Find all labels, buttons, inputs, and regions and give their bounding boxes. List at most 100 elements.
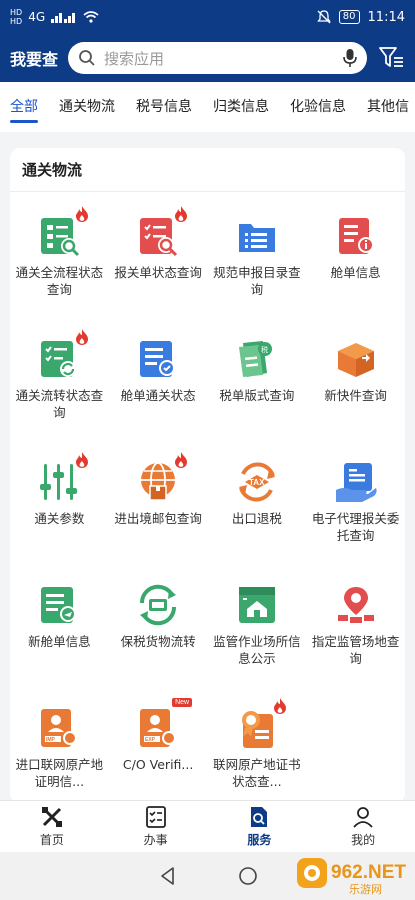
service-icon [251, 807, 268, 827]
category-tabs: 全部 通关物流 税号信息 归类信息 化验信息 其他信 [0, 82, 415, 132]
app-item-label: 监管作业场所信息公示 [213, 634, 301, 666]
search-icon [79, 50, 95, 66]
app-item[interactable]: 指定监管场地查询 [306, 579, 405, 702]
app-item[interactable]: 新快件查询 [306, 333, 405, 456]
app-item-label: 指定监管场地查询 [311, 634, 400, 666]
nav-tasks[interactable]: 办事 [104, 801, 208, 852]
svg-text:IMP: IMP [46, 737, 56, 743]
app-item[interactable]: 舱单通关状态 [109, 333, 208, 456]
app-item-label: 舱单信息 [330, 265, 381, 280]
app-item[interactable]: 进出境邮包查询 [109, 452, 208, 579]
home-circle-icon[interactable] [238, 866, 258, 886]
watermark-brand: 962.NET [331, 862, 406, 883]
app-item[interactable]: 舱单信息 [306, 210, 405, 333]
search-input[interactable]: 搜索应用 [104, 48, 335, 69]
app-item[interactable]: 报关单状态查询 [109, 206, 208, 333]
app-item-label: 新快件查询 [324, 388, 387, 403]
supervision-site-icon [235, 583, 279, 627]
app-item-label: 报关单状态查询 [114, 265, 202, 280]
status-bar: HD HD 4G 80 11:14 [0, 0, 415, 34]
tax-refund-icon: TAX [235, 460, 279, 504]
nav-label: 办事 [143, 833, 168, 847]
back-icon[interactable] [158, 866, 178, 886]
tab-3[interactable]: 归类信息 [213, 82, 269, 132]
app-item-label: 进出境邮包查询 [114, 511, 202, 526]
tab-0[interactable]: 全部 [10, 82, 38, 132]
nav-label: 我的 [351, 833, 376, 847]
app-item-label: 通关流转状态查询 [15, 388, 104, 420]
section-title: 通关物流 [10, 148, 405, 192]
manifest-status-icon [136, 337, 180, 381]
hot-flame-icon [76, 452, 89, 468]
filter-button[interactable] [377, 44, 405, 72]
tab-1[interactable]: 通关物流 [59, 82, 115, 132]
tasks-icon [145, 806, 166, 828]
declaration-search-icon [136, 206, 188, 258]
tax-form-icon: 税 [235, 337, 279, 381]
app-item[interactable]: 通关全流程状态查询 [10, 206, 109, 333]
app-item-label: 联网原产地证书状态查... [213, 757, 301, 789]
app-item[interactable]: IMP 进口联网原产地证明信... [10, 702, 109, 803]
new-manifest-icon [37, 583, 81, 627]
app-item[interactable]: 通关流转状态查询 [10, 329, 109, 456]
watermark-sub: 乐游网 [349, 883, 382, 896]
app-item-label: 规范申报目录查询 [213, 265, 301, 297]
nav-home[interactable]: 首页 [0, 801, 104, 852]
app-item-label: 舱单通关状态 [120, 388, 196, 403]
app-item[interactable]: 税税单版式查询 [208, 333, 307, 456]
app-item[interactable]: 新舱单信息 [10, 579, 109, 702]
app-item-label: 电子代理报关委托查询 [311, 511, 400, 543]
app-item[interactable]: EXP New C/O Verifi... [109, 698, 208, 803]
tab-5[interactable]: 其他信 [367, 82, 409, 132]
app-item[interactable]: 保税货物流转 [109, 579, 208, 702]
bonded-goods-icon [136, 583, 180, 627]
page-title: 我要查 [10, 50, 59, 69]
app-item[interactable]: 通关参数 [10, 452, 109, 579]
tab-2[interactable]: 税号信息 [136, 82, 192, 132]
origin-certificate-icon [235, 698, 286, 750]
app-item[interactable]: TAX 出口退税 [208, 456, 307, 579]
home-icon [41, 807, 62, 827]
app-item-label: 进口联网原产地证明信... [15, 757, 104, 789]
nav-service[interactable]: 服务 [208, 801, 312, 852]
clearance-logistics-card: 通关物流 通关全流程状态查询 报关单状态查询 规范申报目录查询 舱单信息通关流转状态查… [10, 148, 405, 803]
battery-level: 80 [338, 10, 360, 24]
hot-flame-icon [76, 206, 89, 222]
mute-icon [316, 10, 331, 24]
wifi-icon [83, 11, 99, 23]
clearance-transfer-icon [37, 329, 89, 381]
designated-site-icon [334, 583, 378, 627]
express-parcel-icon [334, 337, 378, 381]
app-item-label: 保税货物流转 [120, 634, 196, 649]
postal-parcel-icon [136, 452, 188, 504]
svg-text:EXP: EXP [145, 737, 156, 743]
nav-label: 首页 [39, 833, 64, 847]
nav-label: 服务 [247, 833, 272, 847]
app-item-label: C/O Verifi... [122, 757, 194, 772]
bottom-navigation: 首页 办事 服务 我的 [0, 800, 415, 852]
tab-4[interactable]: 化验信息 [290, 82, 346, 132]
declaration-catalog-icon [235, 214, 279, 258]
filter-icon [379, 47, 403, 67]
app-item[interactable]: 电子代理报关委托查询 [306, 456, 405, 579]
app-item[interactable]: 规范申报目录查询 [208, 210, 307, 333]
app-item-label: 新舱单信息 [28, 634, 91, 649]
search-bar[interactable]: 搜索应用 [68, 42, 367, 74]
app-item-label: 出口退税 [231, 511, 282, 526]
watermark-logo: 962.NET 乐游网 [297, 858, 406, 896]
svg-text:TAX: TAX [249, 478, 265, 487]
svg-text:税: 税 [261, 345, 268, 354]
app-header: 我要查 搜索应用 [0, 34, 415, 82]
import-origin-icon: IMP [37, 706, 81, 750]
clock: 11:14 [367, 9, 405, 25]
signal-indicator: HD HD [10, 8, 23, 26]
agent-delegation-icon [334, 460, 378, 504]
nav-profile[interactable]: 我的 [311, 801, 415, 852]
signal-icon [51, 13, 76, 23]
app-grid: 通关全流程状态查询 报关单状态查询 规范申报目录查询 舱单信息通关流转状态查询 舱单通关… [10, 192, 405, 803]
microphone-icon[interactable] [343, 48, 357, 68]
app-item[interactable]: 联网原产地证书状态查... [208, 698, 307, 803]
app-item-label: 通关参数 [34, 511, 85, 526]
profile-icon [353, 807, 373, 828]
app-item[interactable]: 监管作业场所信息公示 [208, 579, 307, 702]
